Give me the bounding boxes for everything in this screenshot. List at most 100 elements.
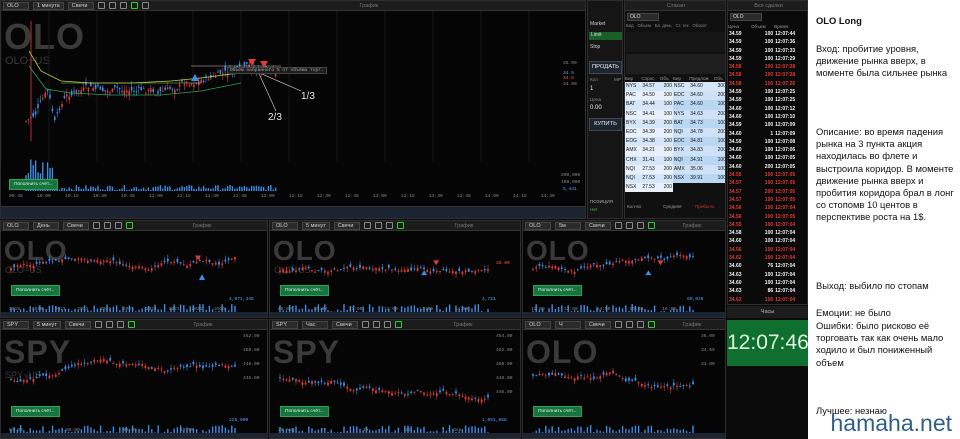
chart-type-select[interactable]: Свечи: [64, 320, 91, 329]
sell-button[interactable]: ПРОДАТЬ: [589, 61, 622, 74]
mini-scrollbar[interactable]: [523, 312, 725, 317]
chart-type-select[interactable]: Свечи: [585, 320, 611, 329]
volume-bar: [250, 185, 253, 191]
mini-price-chart[interactable]: [523, 330, 726, 436]
level2-row[interactable]: BYX 34.39 200 BAT 34.73 100: [625, 118, 725, 129]
candle-body: [202, 261, 204, 263]
main-price-chart[interactable]: [1, 11, 586, 201]
ts-row: 34.59 100 12:07:08: [728, 138, 807, 146]
symbol-field[interactable]: SPY: [3, 320, 29, 329]
level2-row[interactable]: PAC 34.50 100 EDC 34.60 200: [625, 91, 725, 101]
cursor-icon[interactable]: [615, 321, 622, 328]
fill-account-button[interactable]: Пополнить счёт...: [533, 285, 582, 296]
level2-row[interactable]: NQI 27.53 200 NSX 39.91 100: [625, 174, 725, 184]
chart-type-select[interactable]: Свечи: [333, 221, 360, 230]
interval-select[interactable]: День: [33, 221, 59, 230]
candle-body: [564, 376, 566, 378]
zoom-icon[interactable]: [626, 222, 633, 229]
fill-account-button[interactable]: Пополнить счёт...: [11, 285, 60, 296]
mini-price-chart[interactable]: [523, 231, 726, 315]
symbol-field[interactable]: OLO: [525, 221, 551, 230]
symbol-field[interactable]: OLO: [3, 1, 29, 10]
interval-select[interactable]: 5 минут: [302, 221, 330, 230]
interval-select[interactable]: Час: [302, 320, 328, 329]
zoom-icon[interactable]: [104, 222, 111, 229]
zoom-icon[interactable]: [108, 2, 116, 9]
line-tool-icon[interactable]: [141, 2, 149, 9]
hand-icon[interactable]: [637, 321, 644, 328]
level2-row[interactable]: NQI 27.53 200 AMX 35.06 100: [625, 164, 725, 175]
level2-row[interactable]: NYS 34.57 200 NSC 34.60 300: [625, 82, 725, 92]
cursor-icon[interactable]: [615, 222, 622, 229]
fill-account-button[interactable]: Пополнить счёт...: [11, 406, 60, 417]
level2-row[interactable]: NSC 34.41 100 NYS 34.63 200: [625, 109, 725, 119]
candle-body: [586, 376, 589, 378]
level2-row[interactable]: BAT 34.44 100 PAC 34.60 100: [625, 100, 725, 110]
zoom-icon[interactable]: [105, 321, 113, 328]
mini-price-chart[interactable]: [270, 231, 521, 315]
hand-icon[interactable]: [115, 222, 122, 229]
tab-market[interactable]: Market: [590, 21, 605, 27]
chart-type-select[interactable]: Свечи: [585, 221, 611, 230]
hand-icon[interactable]: [637, 222, 644, 229]
mini-scrollbar[interactable]: [270, 433, 520, 438]
tab-limit[interactable]: Limit: [589, 32, 622, 40]
symbol-field[interactable]: OLO: [525, 320, 551, 329]
level2-symbol[interactable]: OLO: [627, 13, 659, 21]
qty-input[interactable]: 1: [590, 86, 593, 92]
zoom-icon[interactable]: [374, 222, 382, 229]
pen-icon[interactable]: [396, 222, 404, 229]
symbol-field[interactable]: OLO: [3, 221, 29, 230]
mini-scrollbar[interactable]: [1, 433, 267, 438]
pen-icon[interactable]: [126, 222, 133, 229]
mini-price-chart[interactable]: [1, 330, 268, 436]
level2-row[interactable]: EDG 34.38 100 EDC 34.81 100: [625, 137, 725, 147]
fill-account-button[interactable]: Пополнить счёт...: [280, 406, 329, 417]
chart-type-select[interactable]: Свечи: [63, 221, 89, 230]
mini-scrollbar[interactable]: [270, 312, 520, 317]
candle-body: [442, 388, 445, 391]
mini-price-chart[interactable]: [1, 231, 268, 315]
interval-select[interactable]: 1 минута: [33, 1, 64, 10]
hand-icon[interactable]: [119, 2, 127, 9]
level2-row[interactable]: NSX 27.53 200: [625, 183, 725, 193]
cursor-icon[interactable]: [97, 2, 105, 9]
mini-scrollbar[interactable]: [1, 312, 267, 317]
chart-type-select[interactable]: Свечи: [67, 1, 94, 10]
cursor-icon[interactable]: [362, 321, 369, 328]
pen-icon[interactable]: [648, 222, 655, 229]
level2-row[interactable]: EDC 34.39 200 NQI 34.78 200: [625, 128, 725, 138]
fill-account-button[interactable]: Пополнить счёт...: [9, 179, 58, 190]
level2-row[interactable]: AMX 34.21 100 BYX 34.83 200: [625, 146, 725, 156]
fill-account-button[interactable]: Пополнить счёт...: [280, 285, 329, 296]
pen-icon[interactable]: [130, 2, 138, 9]
pen-icon[interactable]: [648, 321, 655, 328]
interval-select[interactable]: 5м: [555, 221, 581, 230]
symbol-field[interactable]: SPY: [272, 320, 298, 329]
candle-body: [464, 396, 467, 400]
level2-row[interactable]: CHX 31.41 100 NQI 34.91 100: [625, 155, 725, 165]
cursor-icon[interactable]: [94, 321, 102, 328]
mini-scrollbar[interactable]: [523, 433, 725, 438]
interval-select[interactable]: Ч: [555, 320, 581, 329]
time-sales-symbol[interactable]: OLO: [730, 13, 762, 21]
fill-account-button[interactable]: Пополнить счёт...: [533, 406, 582, 417]
zoom-icon[interactable]: [626, 321, 633, 328]
hand-icon[interactable]: [384, 321, 391, 328]
tab-stop[interactable]: Stop: [590, 44, 600, 50]
symbol-field[interactable]: OLO: [272, 221, 298, 230]
buy-button[interactable]: КУПИТЬ: [589, 118, 622, 131]
hand-icon[interactable]: [116, 321, 124, 328]
hand-icon[interactable]: [385, 222, 393, 229]
chart-type-select[interactable]: Свечи: [332, 320, 358, 329]
zoom-icon[interactable]: [373, 321, 380, 328]
pen-icon[interactable]: [127, 321, 135, 328]
cursor-icon[interactable]: [363, 222, 371, 229]
cursor-icon[interactable]: [93, 222, 100, 229]
interval-select[interactable]: 5 минут: [33, 320, 61, 329]
pen-icon[interactable]: [395, 321, 402, 328]
ts-row: 34.60 100 12:07:04: [728, 279, 807, 287]
price-input[interactable]: 0.00: [590, 105, 602, 111]
chart-scrollbar[interactable]: [1, 206, 585, 218]
mini-title: График: [192, 222, 212, 229]
